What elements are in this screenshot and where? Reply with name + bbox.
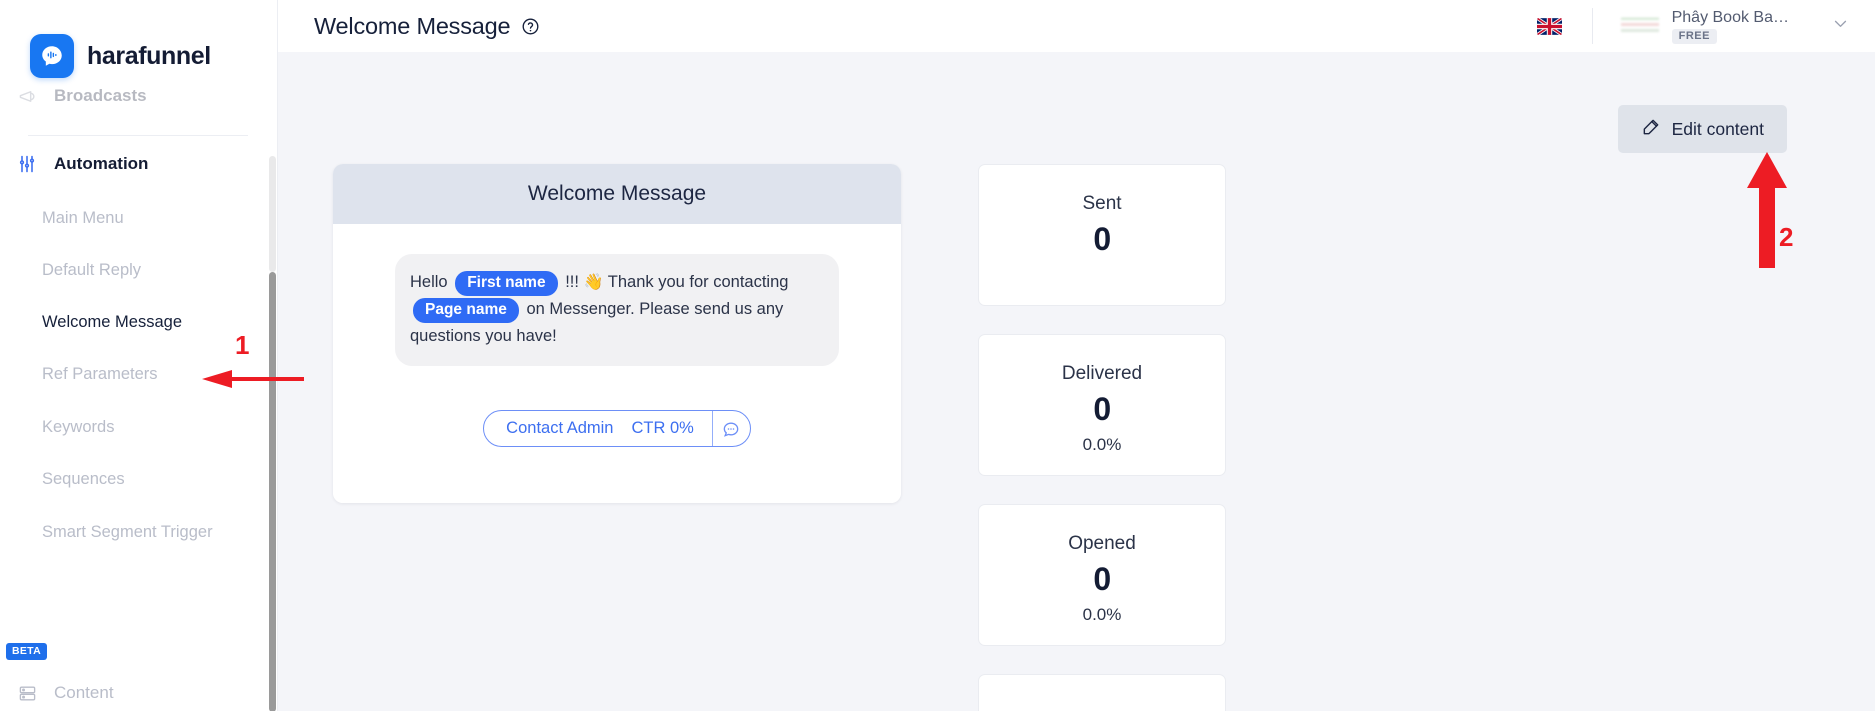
sidebar-item-sequences[interactable]: Sequences	[0, 453, 260, 505]
sidebar-item-label: Automation	[54, 154, 149, 173]
stat-value: 0	[1093, 391, 1111, 427]
waving-hand-icon: 👋	[583, 274, 604, 291]
status-badge-plan: FREE	[1671, 28, 1717, 44]
sidebar-item-keywords[interactable]: Keywords	[0, 401, 260, 453]
status-badge-beta: BETA	[6, 643, 48, 660]
sidebar-item-automation[interactable]: Automation	[0, 138, 260, 190]
sidebar-item-welcome-message[interactable]: Welcome Message	[0, 296, 260, 348]
sidebar-item-smart-segment-trigger[interactable]: Smart Segment Trigger	[0, 506, 260, 558]
message-text-part1: Hello	[410, 273, 448, 291]
megaphone-icon	[14, 87, 40, 106]
variable-token-first-name: First name	[455, 271, 558, 296]
cta-row: Contact Admin CTR 0%	[395, 410, 839, 447]
sidebar-scrollbar[interactable]	[268, 60, 277, 711]
page-title: Welcome Message	[314, 12, 511, 39]
sidebar-divider	[28, 135, 248, 136]
cta-ctr: CTR 0%	[631, 419, 694, 437]
stats-column: Sent 0 Delivered 0 0.0% Opened 0 0.0%	[978, 164, 1226, 711]
sidebar-item-default-reply[interactable]: Default Reply	[0, 244, 260, 296]
chat-bubble-dots-icon[interactable]	[711, 411, 750, 446]
sidebar-item-label: Ref Parameters	[42, 364, 158, 383]
edit-content-button[interactable]: Edit content	[1617, 105, 1787, 153]
sidebar-scrollbar-thumb[interactable]	[269, 272, 276, 711]
stat-percent: 0.0%	[1082, 435, 1122, 454]
message-text-part3: Thank you for contacting	[607, 273, 789, 291]
pencil-square-icon	[1641, 117, 1661, 142]
sidebar-scrollbar-track	[269, 156, 276, 272]
sidebar-item-label: Main Menu	[42, 208, 124, 227]
sidebar-item-label: Broadcasts	[54, 86, 147, 105]
automation-sliders-icon	[14, 154, 40, 174]
message-bubble: Hello First name !!! 👋 Thank you for con…	[395, 254, 839, 366]
message-preview-card: Welcome Message Hello First name !!! 👋 T…	[333, 164, 901, 503]
top-bar: Welcome Message Phây Book Ba… FREE	[278, 0, 1875, 52]
sidebar-item-label: Keywords	[42, 417, 115, 436]
sidebar-item-label: Smart Segment Trigger	[42, 522, 213, 541]
question-mark-circle-icon[interactable]	[521, 17, 540, 36]
sidebar-item-main-menu[interactable]: Main Menu	[0, 192, 260, 244]
account-info: Phây Book Ba… FREE	[1671, 8, 1789, 44]
contact-admin-button[interactable]: Contact Admin CTR 0%	[483, 410, 751, 447]
stat-label: Opened	[1068, 533, 1136, 554]
stat-percent: 0.0%	[1082, 605, 1122, 624]
stat-card-next	[978, 674, 1226, 711]
app-root: Broadcasts Automation Main Menu Default …	[0, 0, 1875, 711]
stat-card-delivered: Delivered 0 0.0%	[978, 334, 1226, 476]
stat-card-sent: Sent 0	[978, 164, 1226, 306]
main-panel: Edit content Welcome Message Hello First…	[278, 52, 1875, 711]
stat-label: Sent	[1082, 193, 1122, 214]
cta-main[interactable]: Contact Admin CTR 0%	[484, 411, 712, 446]
sidebar-item-content[interactable]: Content	[0, 667, 260, 711]
avatar	[1620, 14, 1659, 38]
card-header-title: Welcome Message	[333, 164, 901, 224]
stat-value: 0	[1093, 561, 1111, 597]
chevron-down-icon[interactable]	[1832, 15, 1849, 37]
sidebar-item-ref-parameters[interactable]: Ref Parameters	[0, 348, 260, 400]
cta-label: Contact Admin	[506, 419, 614, 437]
brand-logo[interactable]: harafunnel	[30, 34, 221, 78]
card-body: Hello First name !!! 👋 Thank you for con…	[333, 224, 901, 503]
sidebar-item-label: Welcome Message	[42, 312, 183, 331]
brand-name: harafunnel	[87, 41, 211, 70]
annotation-number-2: 2	[1779, 222, 1794, 252]
divider	[1591, 8, 1593, 44]
chat-bubble-logo-icon	[30, 34, 74, 78]
stat-card-opened: Opened 0 0.0%	[978, 504, 1226, 646]
stat-value: 0	[1093, 221, 1111, 257]
account-name: Phây Book Ba…	[1671, 8, 1789, 26]
message-text-part2: !!!	[565, 273, 579, 291]
sidebar-item-label: Default Reply	[42, 260, 142, 279]
account-menu[interactable]: Phây Book Ba… FREE	[1620, 8, 1849, 44]
content-area: Welcome Message Phây Book Ba… FREE Edit …	[278, 0, 1875, 711]
annotation-number-1: 1	[235, 330, 250, 360]
content-list-icon	[14, 684, 40, 703]
variable-token-page-name: Page name	[413, 298, 519, 323]
edit-content-label: Edit content	[1671, 118, 1764, 139]
sidebar-item-label: Content	[54, 683, 114, 702]
uk-flag-icon[interactable]	[1536, 17, 1562, 35]
stat-label: Delivered	[1061, 363, 1143, 384]
sidebar-item-label: Sequences	[42, 469, 125, 488]
